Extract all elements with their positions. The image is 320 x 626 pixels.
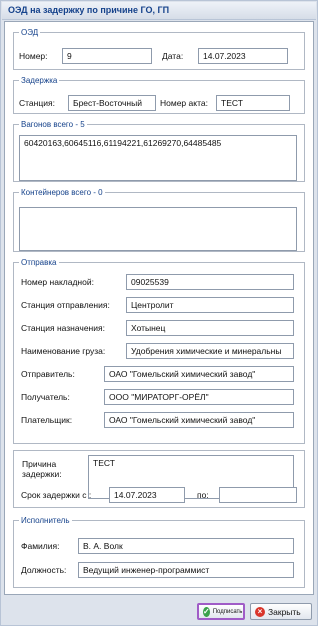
recipient-label: Получатель: [21,392,70,402]
containers-legend: Контейнеров всего - 0 [21,188,103,197]
dialog-body: ОЭД Номер: 9 Дата: 14.07.2023 Задержка С… [4,21,314,595]
delay-group: Задержка Станция: Брест-Восточный Номер … [13,76,305,114]
shipment-legend: Отправка [21,258,57,267]
station-field[interactable]: Брест-Восточный [68,95,156,111]
cargo-name-label: Наименование груза: [21,346,106,356]
station-label: Станция: [19,98,55,108]
act-number-label: Номер акта: [160,98,208,108]
recipient-field[interactable]: ООО "МИРАТОРГ-ОРЁЛ" [104,389,294,405]
sign-button-label: Подписать [212,608,243,615]
payer-label: Плательщик: [21,415,73,425]
departure-station-label: Станция отправления: [21,300,110,310]
surname-field[interactable]: В. А. Волк [78,538,294,554]
executor-group: Исполнитель Фамилия: В. А. Волк Должност… [13,516,305,588]
close-icon: × [255,606,265,617]
containers-group: Контейнеров всего - 0 [13,188,305,252]
wagons-group: Вагонов всего - 5 60420163,60645116,6119… [13,120,305,182]
destination-station-label: Станция назначения: [21,323,105,333]
oed-group: ОЭД Номер: 9 Дата: 14.07.2023 [13,28,305,70]
sign-button[interactable]: ✓ Подписать [197,603,245,620]
act-number-field[interactable]: ТЕСТ [216,95,290,111]
close-button-label: Закрыть [268,606,301,617]
payer-field[interactable]: ОАО "Гомельский химический завод" [104,412,294,428]
term-to-field[interactable] [219,487,297,503]
departure-station-field[interactable]: Центролит [126,297,294,313]
sender-label: Отправитель: [21,369,75,379]
term-from-label: Срок задержки с : [21,490,92,500]
close-button[interactable]: × Закрыть [250,603,312,620]
term-from-field[interactable]: 14.07.2023 [109,487,185,503]
position-label: Должность: [21,565,67,575]
waybill-field[interactable]: 09025539 [126,274,294,290]
date-label: Дата: [162,51,184,61]
delay-legend: Задержка [21,76,58,85]
reason-label-line1: Причина [22,459,57,469]
containers-field[interactable] [19,207,297,251]
check-icon: ✓ [203,606,210,617]
reason-label-line2: задержки: [22,469,62,479]
waybill-label: Номер накладной: [21,277,94,287]
window-title: ОЭД на задержку по причине ГО, ГП [8,5,170,15]
title-bar[interactable]: ОЭД на задержку по причине ГО, ГП [2,2,316,20]
wagons-legend: Вагонов всего - 5 [21,120,85,129]
cargo-name-field[interactable]: Удобрения химические и минеральны [126,343,294,359]
destination-station-field[interactable]: Хотынец [126,320,294,336]
sender-field[interactable]: ОАО "Гомельский химический завод" [104,366,294,382]
dialog-window: ОЭД на задержку по причине ГО, ГП ОЭД Но… [0,0,318,626]
surname-label: Фамилия: [21,541,60,551]
term-to-label: по: [197,490,209,500]
oed-legend: ОЭД [21,28,39,37]
number-label: Номер: [19,51,48,61]
shipment-group: Отправка Номер накладной: 09025539 Станц… [13,258,305,444]
number-field[interactable]: 9 [62,48,152,64]
position-field[interactable]: Ведущий инженер-программист [78,562,294,578]
executor-legend: Исполнитель [21,516,70,525]
wagons-field[interactable]: 60420163,60645116,61194221,61269270,6448… [19,135,297,181]
date-field[interactable]: 14.07.2023 [198,48,288,64]
